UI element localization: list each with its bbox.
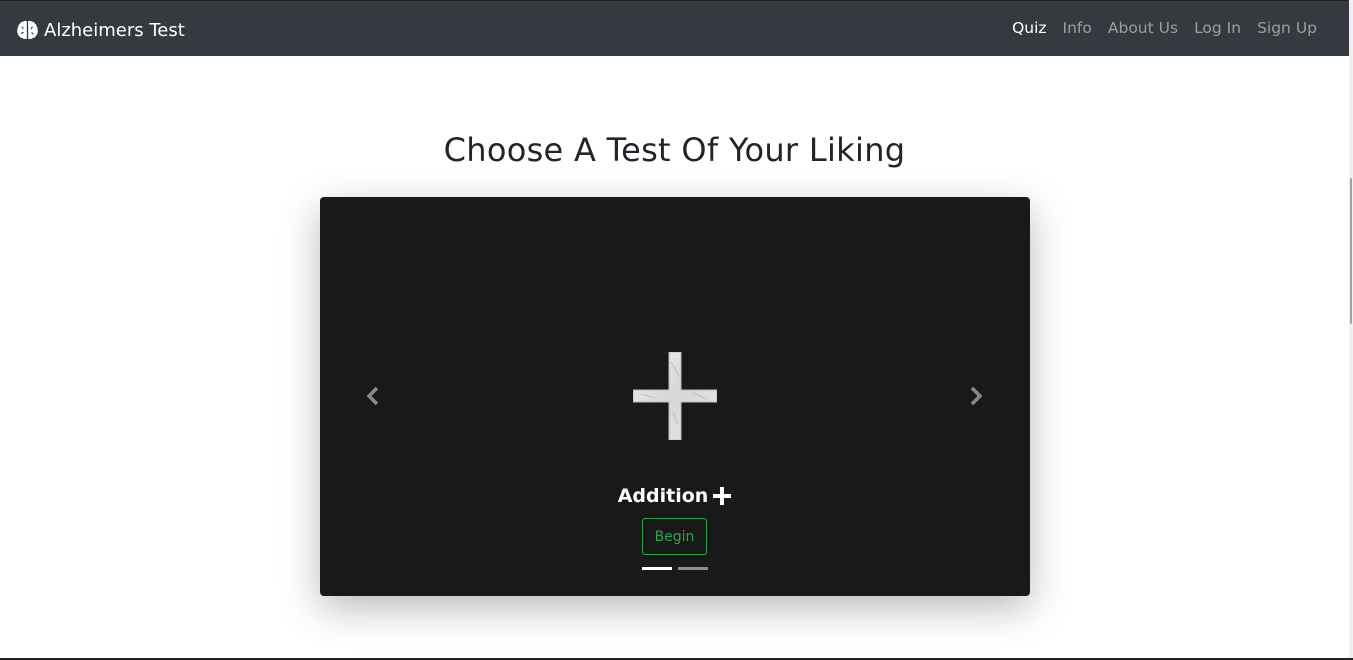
- begin-button[interactable]: Begin: [642, 518, 707, 555]
- brand-link[interactable]: Alzheimers Test: [16, 17, 185, 43]
- carousel-indicators: [642, 567, 708, 570]
- nav-item-quiz[interactable]: Quiz: [1004, 19, 1054, 37]
- slide-caption-text: Addition: [617, 485, 709, 507]
- nav-item-log-in[interactable]: Log In: [1186, 19, 1249, 37]
- nav-links: Quiz Info About Us Log In Sign Up: [1004, 19, 1325, 37]
- carousel-next-button[interactable]: [961, 381, 991, 411]
- carousel-indicator-2[interactable]: [678, 567, 708, 570]
- carousel-indicator-1[interactable]: [642, 567, 672, 570]
- scrollbar-track[interactable]: [1349, 0, 1353, 660]
- nav-item-info[interactable]: Info: [1055, 19, 1100, 37]
- chevron-right-icon: [970, 386, 983, 406]
- chevron-left-icon: [366, 386, 379, 406]
- nav-item-about-us[interactable]: About Us: [1100, 19, 1186, 37]
- plus-icon: [713, 487, 732, 505]
- nav-item-sign-up[interactable]: Sign Up: [1249, 19, 1325, 37]
- test-carousel: Addition Begin: [320, 197, 1030, 596]
- carousel-prev-button[interactable]: [358, 381, 388, 411]
- navbar: Alzheimers Test Quiz Info About Us Log I…: [0, 0, 1349, 56]
- page-title: Choose A Test Of Your Liking: [443, 131, 906, 169]
- brand-title: Alzheimers Test: [44, 19, 185, 41]
- plus-image: [633, 352, 717, 440]
- slide-caption: Addition: [320, 485, 1030, 507]
- scrollbar-thumb[interactable]: [1350, 178, 1352, 324]
- brain-icon: [17, 20, 38, 39]
